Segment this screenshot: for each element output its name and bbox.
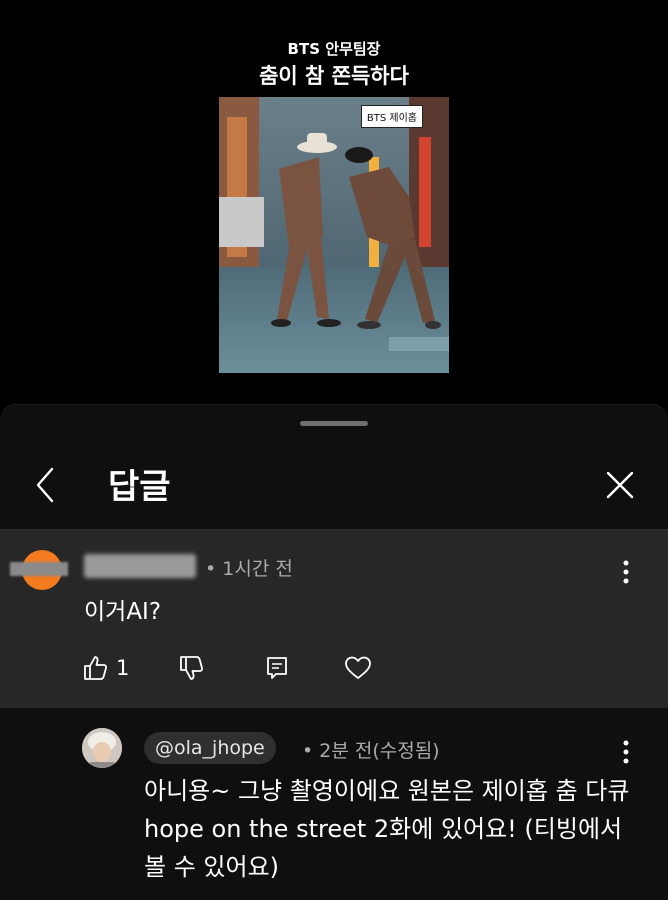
page-title: 답글: [108, 467, 171, 507]
more-vert-icon: [623, 740, 629, 764]
thumbnail-tag: BTS 제이홉: [360, 105, 423, 128]
sheet-header: 답글: [0, 445, 668, 527]
video-thumbnail[interactable]: BTS 제이홉: [219, 97, 449, 373]
heart-button[interactable]: [344, 652, 372, 684]
heart-icon: [345, 656, 371, 679]
video-title: 춤이 참 쫀득하다: [259, 64, 409, 88]
thumb-up-icon: [84, 656, 108, 680]
drag-handle[interactable]: [300, 421, 368, 426]
reply-timestamp: • 2분 전(수정됨): [302, 740, 440, 762]
redacted-username[interactable]: [84, 554, 196, 578]
back-button[interactable]: [26, 465, 66, 505]
more-button[interactable]: [616, 558, 636, 586]
like-button[interactable]: 1: [82, 652, 129, 684]
reply-author-handle[interactable]: @ola_jhope: [144, 732, 276, 764]
more-button[interactable]: [616, 738, 636, 766]
more-vert-icon: [623, 560, 629, 584]
redaction-bar: [10, 562, 68, 576]
parent-comment: • 1시간 전 이거AI? 1: [0, 530, 668, 708]
avatar[interactable]: [82, 728, 122, 768]
close-icon: [606, 471, 634, 499]
video-preview[interactable]: BTS 안무팀장 춤이 참 쫀득하다 BTS 제이홉: [0, 0, 668, 420]
comment-timestamp: • 1시간 전: [205, 558, 293, 580]
reply-comment: @ola_jhope • 2분 전(수정됨) 아니용~ 그냥 촬영이에요 원본은…: [0, 708, 668, 900]
dislike-button[interactable]: [178, 652, 204, 684]
comment-text: 이거AI?: [84, 599, 162, 625]
video-subtitle: BTS 안무팀장: [287, 40, 381, 58]
comment-icon: [267, 657, 287, 679]
thumb-down-icon: [180, 656, 204, 680]
reply-text: 아니용~ 그냥 촬영이에요 원본은 제이홉 춤 다큐 hope on the s…: [144, 777, 630, 881]
chevron-left-icon: [36, 467, 54, 503]
like-count: 1: [116, 656, 130, 680]
replies-sheet: 답글 • 1시간 전 이거AI? 1 @ola_jhope • 2분 전(수정됨…: [0, 404, 668, 900]
reply-button[interactable]: [264, 652, 290, 684]
close-button[interactable]: [600, 465, 640, 505]
comment-actions: 1: [82, 652, 402, 684]
